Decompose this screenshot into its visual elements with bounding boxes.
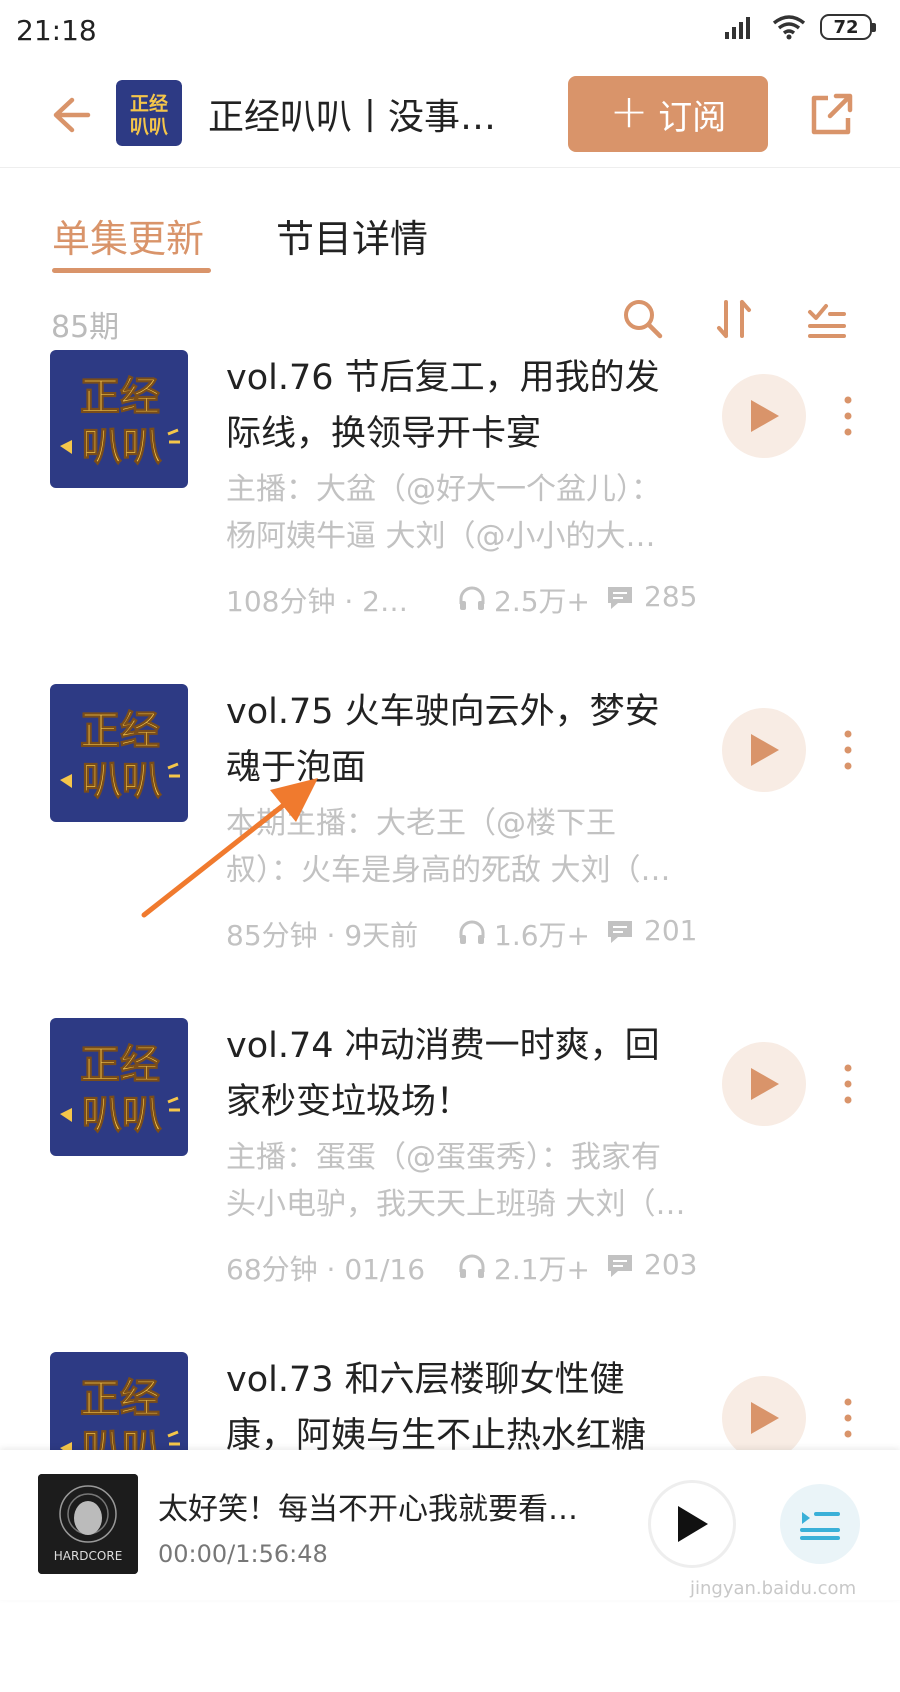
now-playing-title: 太好笑！每当不开心我就要看… xyxy=(158,1492,578,1527)
tab-episodes[interactable]: 单集更新 xyxy=(52,208,204,263)
episode-listens: 1.6万+ xyxy=(494,919,590,952)
episode-description: 主播：大盆（@好大一个盆儿）： 杨阿姨牛逼 大刘（@小小的大… xyxy=(226,466,696,560)
svg-text:HARDCORE: HARDCORE xyxy=(54,1549,123,1563)
battery-indicator: 72 xyxy=(820,14,876,40)
play-icon xyxy=(751,734,779,766)
episode-title: vol.75 火车驶向云外，梦安魂于泡面 xyxy=(226,692,660,788)
episode-description: 主播：蛋蛋（@蛋蛋秀）：我家有 头小电驴，我天天上班骑 大刘（… xyxy=(226,1134,696,1228)
episode-item[interactable]: 正经 叭叭 vol.76 节后复工，用我的发际线，换领导开卡宴 主播：大盆（@好… xyxy=(0,350,900,690)
episode-meta: 85分钟 · 9天前 1.6万+ 201 xyxy=(226,914,706,954)
mini-play-button[interactable] xyxy=(648,1480,736,1568)
episode-comments: 285 xyxy=(644,580,698,613)
episode-description-line: 叔）：火车是身高的死敌 大刘（… xyxy=(226,853,671,888)
episode-duration: 68分钟 · 01/16 xyxy=(226,1253,426,1286)
episode-title: vol.76 节后复工，用我的发际线，换领导开卡宴 xyxy=(226,358,660,454)
now-playing-time: 00:00/1:56:48 xyxy=(158,1540,328,1568)
header: 正经 叭叭 正经叭叭丨没事… + 订阅 xyxy=(0,62,900,168)
headphones-icon xyxy=(459,586,485,610)
svg-text:叭叭: 叭叭 xyxy=(82,1092,162,1138)
comment-icon xyxy=(608,587,632,609)
headphones-icon xyxy=(459,1254,485,1278)
status-time: 21:18 xyxy=(16,14,97,47)
episode-title: vol.73 和六层楼聊女性健康，阿姨与生不止热水红糖 xyxy=(226,1360,647,1456)
episode-item[interactable]: 正经 叭叭 vol.75 火车驶向云外，梦安魂于泡面 本期主播：大老王（@楼下王… xyxy=(0,684,900,1024)
headphones-icon xyxy=(459,920,485,944)
share-icon[interactable] xyxy=(806,90,856,140)
sort-icon[interactable] xyxy=(712,296,758,342)
play-button[interactable] xyxy=(722,374,806,458)
episode-comments: 203 xyxy=(644,1248,698,1281)
episode-meta: 68分钟 · 01/16 2.1万+ 203 xyxy=(226,1248,706,1288)
comment-icon xyxy=(608,921,632,943)
playlist-button[interactable] xyxy=(780,1484,860,1564)
status-bar: 21:18 72 xyxy=(0,0,900,62)
episode-meta: 108分钟 · 2天… 2.5万+ 285 xyxy=(226,580,706,620)
play-button[interactable] xyxy=(722,1376,806,1460)
play-button[interactable] xyxy=(722,1042,806,1126)
play-icon xyxy=(751,400,779,432)
now-playing-cover: HARDCORE xyxy=(38,1474,138,1574)
more-icon[interactable] xyxy=(836,728,860,772)
svg-text:正经: 正经 xyxy=(80,374,160,420)
more-icon[interactable] xyxy=(836,1396,860,1440)
episode-description-line: 头小电驴，我天天上班骑 大刘（… xyxy=(226,1187,686,1222)
wifi-icon xyxy=(772,15,806,40)
svg-text:叭叭: 叭叭 xyxy=(82,758,162,804)
episode-cover: 正经 叭叭 xyxy=(50,1018,188,1156)
episode-description-line: 杨阿姨牛逼 大刘（@小小的大… xyxy=(226,519,656,554)
svg-text:正经: 正经 xyxy=(130,92,168,115)
play-icon xyxy=(678,1506,708,1542)
podcast-cover: 正经 叭叭 xyxy=(116,80,182,146)
episode-listens: 2.5万+ xyxy=(494,585,590,618)
episode-description: 本期主播：大老王（@楼下王 叔）：火车是身高的死敌 大刘（… xyxy=(226,800,696,894)
svg-text:正经: 正经 xyxy=(80,1042,160,1088)
tab-underline xyxy=(52,268,211,273)
svg-text:正经: 正经 xyxy=(80,1376,160,1422)
subscribe-label: 订阅 xyxy=(658,97,727,138)
subscribe-button[interactable]: + 订阅 xyxy=(568,76,768,152)
svg-text:叭叭: 叭叭 xyxy=(130,116,168,138)
episode-cover: 正经 叭叭 xyxy=(50,350,188,488)
episode-description-line: 主播：大盆（@好大一个盆儿）： xyxy=(226,472,661,507)
play-button[interactable] xyxy=(722,708,806,792)
back-icon[interactable] xyxy=(44,90,94,140)
tab-bar: 单集更新 节目详情 xyxy=(0,168,900,278)
batch-select-icon[interactable] xyxy=(804,296,850,342)
signal-icon xyxy=(725,17,750,39)
episode-listens: 2.1万+ xyxy=(494,1253,590,1286)
more-icon[interactable] xyxy=(836,1062,860,1106)
episode-description-line: 主播：蛋蛋（@蛋蛋秀）：我家有 xyxy=(226,1140,661,1175)
svg-text:叭叭: 叭叭 xyxy=(82,424,162,470)
more-icon[interactable] xyxy=(836,394,860,438)
episode-item[interactable]: 正经 叭叭 vol.74 冲动消费一时爽，回家秒变垃圾场！ 主播：蛋蛋（@蛋蛋秀… xyxy=(0,1018,900,1358)
episode-duration: 85分钟 · 9天前 xyxy=(226,919,419,952)
episode-duration: 108分钟 · 2天… xyxy=(226,585,426,618)
play-icon xyxy=(751,1068,779,1100)
watermark: jingyan.baidu.com xyxy=(690,1578,857,1599)
podcast-title: 正经叭叭丨没事… xyxy=(208,97,497,138)
episode-description-line: 本期主播：大老王（@楼下王 xyxy=(226,806,616,841)
mini-player[interactable]: HARDCORE 太好笑！每当不开心我就要看… 00:00/1:56:48 ji… xyxy=(0,1450,900,1600)
episode-comments: 201 xyxy=(644,914,698,947)
svg-text:正经: 正经 xyxy=(80,708,160,754)
episode-count: 85期 xyxy=(51,310,120,345)
episode-title: vol.74 冲动消费一时爽，回家秒变垃圾场！ xyxy=(226,1026,660,1122)
playlist-icon xyxy=(800,1512,840,1540)
play-icon xyxy=(751,1402,779,1434)
tab-details[interactable]: 节目详情 xyxy=(276,208,428,263)
episode-cover: 正经 叭叭 xyxy=(50,684,188,822)
plus-icon: + xyxy=(609,84,649,138)
search-icon[interactable] xyxy=(620,296,666,342)
comment-icon xyxy=(608,1255,632,1277)
